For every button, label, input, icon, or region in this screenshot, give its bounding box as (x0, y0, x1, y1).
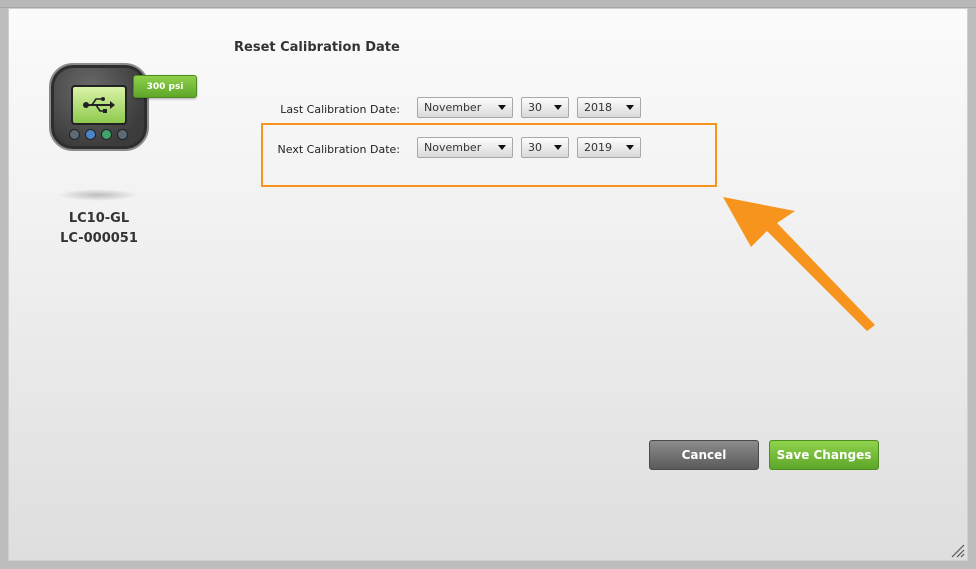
chevron-down-icon (554, 105, 562, 110)
last-day-select[interactable]: 30 (521, 97, 569, 118)
chevron-down-icon (498, 105, 506, 110)
indicator-dot (69, 129, 80, 140)
device-shadow (57, 189, 139, 201)
last-year-value: 2018 (584, 101, 612, 114)
next-year-value: 2019 (584, 141, 612, 154)
usb-icon (83, 97, 115, 113)
next-day-select[interactable]: 30 (521, 137, 569, 158)
next-year-select[interactable]: 2019 (577, 137, 641, 158)
next-calibration-label: Next Calibration Date: (277, 143, 400, 156)
last-month-select[interactable]: November (417, 97, 513, 118)
chevron-down-icon (626, 145, 634, 150)
cancel-button[interactable]: Cancel (649, 440, 759, 470)
window-top-bar (0, 0, 976, 8)
resize-grip-icon[interactable] (949, 542, 965, 558)
last-calibration-label: Last Calibration Date: (280, 103, 400, 116)
pressure-badge: 300 psi (133, 75, 197, 98)
save-changes-button[interactable]: Save Changes (769, 440, 879, 470)
annotation-arrow-icon (723, 197, 875, 331)
next-month-value: November (424, 141, 482, 154)
chevron-down-icon (626, 105, 634, 110)
device-indicator-lights (69, 129, 128, 140)
last-month-value: November (424, 101, 482, 114)
device-model: LC10-GL (68, 211, 130, 226)
device-serial: LC-000051 (60, 231, 138, 246)
indicator-dot (85, 129, 96, 140)
chevron-down-icon (554, 145, 562, 150)
last-day-value: 30 (528, 101, 542, 114)
page-title: Reset Calibration Date (234, 40, 400, 55)
indicator-dot (117, 129, 128, 140)
device-screen (71, 85, 127, 125)
next-month-select[interactable]: November (417, 137, 513, 158)
indicator-dot (101, 129, 112, 140)
next-day-value: 30 (528, 141, 542, 154)
last-year-select[interactable]: 2018 (577, 97, 641, 118)
calibration-panel: 300 psi LC10-GL LC-000051 Reset Calibrat… (8, 8, 968, 561)
chevron-down-icon (498, 145, 506, 150)
